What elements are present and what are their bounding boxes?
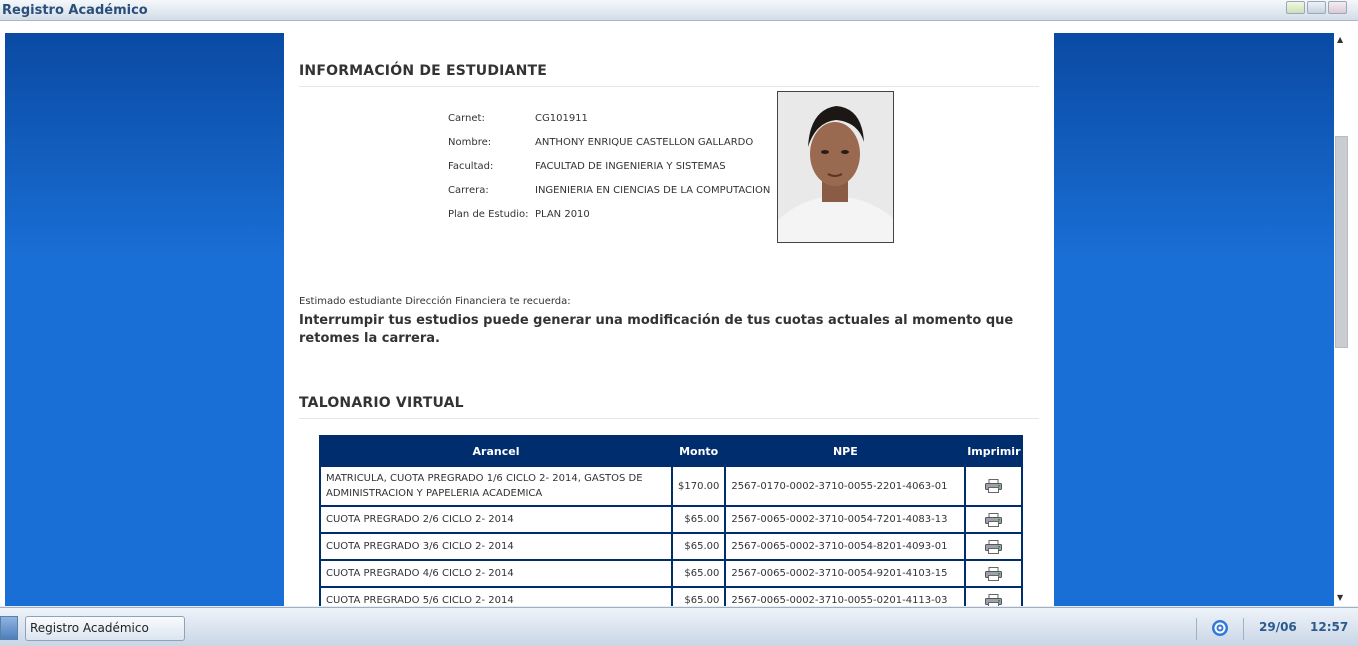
taskbar: Registro Académico 29/06 12:57 — [0, 607, 1358, 646]
column-header-monto: Monto — [670, 435, 727, 467]
tray-divider — [1196, 618, 1197, 640]
printer-icon[interactable] — [985, 512, 1003, 527]
divider — [299, 418, 1039, 419]
scroll-thumb[interactable] — [1335, 136, 1348, 348]
carnet-value: CG101911 — [535, 113, 588, 124]
taskbar-item-registro[interactable]: Registro Académico — [25, 616, 185, 641]
plan-value: PLAN 2010 — [535, 209, 590, 220]
print-cell[interactable] — [964, 505, 1024, 534]
student-photo — [777, 91, 894, 243]
printer-icon[interactable] — [985, 539, 1003, 554]
monto-cell: $65.00 — [670, 505, 727, 534]
start-icon[interactable] — [0, 616, 18, 640]
carnet-label: Carnet: — [448, 113, 485, 124]
print-cell[interactable] — [964, 532, 1024, 561]
notice-message: Interrumpir tus estudios puede generar u… — [299, 313, 1014, 346]
facultad-label: Facultad: — [448, 161, 494, 172]
browser-viewport: INFORMACIÓN DE ESTUDIANTE Carnet: CG1019… — [0, 21, 1358, 606]
column-header-imprimir: Imprimir — [964, 435, 1024, 467]
arancel-cell: CUOTA PREGRADO 2/6 CICLO 2- 2014 — [319, 505, 673, 534]
nombre-value: ANTHONY ENRIQUE CASTELLON GALLARDO — [535, 137, 754, 148]
column-header-arancel: Arancel — [319, 435, 673, 467]
monto-cell: $170.00 — [670, 465, 727, 507]
table-row: CUOTA PREGRADO 5/6 CICLO 2- 2014 $65.00 25… — [319, 586, 1024, 607]
facultad-value: FACULTAD DE INGENIERIA Y SISTEMAS — [535, 161, 726, 172]
print-cell[interactable] — [964, 465, 1024, 507]
monto-cell: $65.00 — [670, 586, 727, 606]
talonario-heading: TALONARIO VIRTUAL — [299, 395, 464, 411]
window-titlebar: Registro Académico — [0, 0, 1358, 21]
table-header-row: Arancel Monto NPE Imprimir — [319, 435, 1024, 467]
clock-time[interactable]: 12:57 — [1310, 620, 1348, 634]
npe-cell: 2567-0065-0002-3710-0055-0201-4113-03 — [724, 586, 967, 606]
scroll-down-arrow[interactable]: ▼ — [1337, 593, 1343, 602]
arancel-cell: CUOTA PREGRADO 4/6 CICLO 2- 2014 — [319, 559, 673, 588]
vertical-scrollbar[interactable]: ▲ ▼ — [1334, 33, 1354, 606]
student-info-heading: INFORMACIÓN DE ESTUDIANTE — [299, 63, 548, 79]
arancel-cell: MATRICULA, CUOTA PREGRADO 1/6 CICLO 2- 2… — [319, 465, 673, 507]
npe-cell: 2567-0065-0002-3710-0054-7201-4083-13 — [724, 505, 967, 534]
carrera-value: INGENIERIA EN CIENCIAS DE LA COMPUTACION — [535, 185, 771, 196]
arancel-cell: CUOTA PREGRADO 5/6 CICLO 2- 2014 — [319, 586, 673, 606]
table-row: CUOTA PREGRADO 4/6 CICLO 2- 2014 $65.00 25… — [319, 559, 1024, 588]
main-content: INFORMACIÓN DE ESTUDIANTE Carnet: CG1019… — [284, 33, 1054, 606]
monto-cell: $65.00 — [670, 559, 727, 588]
close-button[interactable] — [1328, 1, 1347, 14]
npe-cell: 2567-0170-0002-3710-0055-2201-4063-01 — [724, 465, 967, 507]
table-row: CUOTA PREGRADO 2/6 CICLO 2- 2014 $65.00 25… — [319, 505, 1024, 534]
table-row: MATRICULA, CUOTA PREGRADO 1/6 CICLO 2- 2… — [319, 465, 1024, 507]
nombre-label: Nombre: — [448, 137, 492, 148]
plan-label: Plan de Estudio: — [448, 209, 529, 220]
notice-intro: Estimado estudiante Dirección Financiera… — [299, 296, 571, 307]
carrera-label: Carrera: — [448, 185, 489, 196]
npe-cell: 2567-0065-0002-3710-0054-8201-4093-01 — [724, 532, 967, 561]
clock-date[interactable]: 29/06 — [1259, 620, 1297, 634]
tray-divider — [1243, 618, 1244, 640]
divider — [299, 86, 1039, 87]
scroll-up-arrow[interactable]: ▲ — [1337, 35, 1343, 44]
npe-cell: 2567-0065-0002-3710-0054-9201-4103-15 — [724, 559, 967, 588]
network-tray-icon[interactable] — [1211, 619, 1229, 637]
column-header-npe: NPE — [724, 435, 967, 467]
talonario-table: Arancel Monto NPE Imprimir MATRICULA, CU… — [319, 435, 1024, 607]
table-row: CUOTA PREGRADO 3/6 CICLO 2- 2014 $65.00 25… — [319, 532, 1024, 561]
monto-cell: $65.00 — [670, 532, 727, 561]
right-blue-panel — [1054, 33, 1334, 606]
left-blue-panel — [5, 33, 284, 606]
print-cell[interactable] — [964, 586, 1024, 607]
window-title: Registro Académico — [2, 3, 148, 18]
printer-icon[interactable] — [985, 566, 1003, 581]
arancel-cell: CUOTA PREGRADO 3/6 CICLO 2- 2014 — [319, 532, 673, 561]
minimize-button[interactable] — [1286, 1, 1305, 14]
maximize-button[interactable] — [1307, 1, 1326, 14]
printer-icon[interactable] — [985, 479, 1003, 493]
print-cell[interactable] — [964, 559, 1024, 588]
printer-icon[interactable] — [985, 593, 1003, 607]
